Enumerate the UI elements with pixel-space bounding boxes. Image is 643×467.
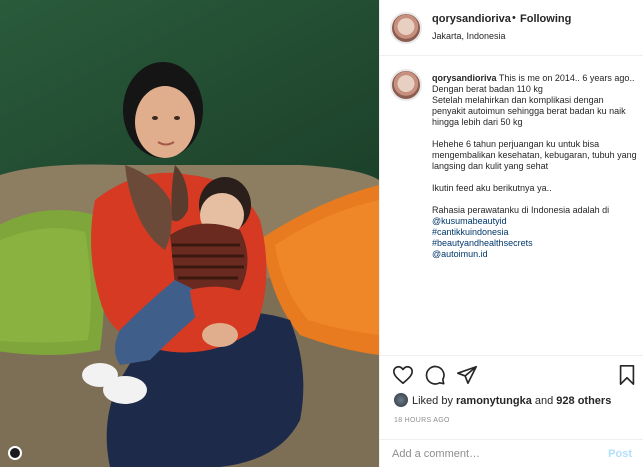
- comment-input[interactable]: [392, 448, 582, 460]
- post-photo[interactable]: [0, 0, 379, 467]
- post-location[interactable]: Jakarta, Indonesia: [432, 31, 506, 41]
- caption-avatar[interactable]: [390, 69, 422, 101]
- post-header: qorysandioriva • Following Jakarta, Indo…: [380, 0, 643, 56]
- author-avatar[interactable]: [390, 12, 422, 44]
- comment-icon[interactable]: [424, 364, 446, 386]
- caption-paragraph-journey: Hehehe 6 tahun perjuangan ku untuk bisa …: [432, 139, 637, 171]
- following-button[interactable]: Following: [520, 13, 571, 25]
- mention-kusumabeautyid[interactable]: @kusumabeautyid: [432, 216, 507, 226]
- caption-line-weight: Dengan berat badan 110 kg: [432, 84, 543, 94]
- heart-icon[interactable]: [392, 364, 414, 386]
- caption-paragraph-follow: Ikutin feed aku berikutnya ya..: [432, 183, 552, 193]
- hashtag-beautyandhealthsecrets[interactable]: #beautyandhealthsecrets: [432, 238, 638, 249]
- post-photo-illustration: [0, 0, 379, 467]
- comment-bar: Post: [380, 439, 643, 467]
- liker-avatar[interactable]: [394, 393, 408, 407]
- bookmark-icon[interactable]: [616, 364, 638, 386]
- post-caption: qorysandioriva This is me on 2014.. 6 ye…: [380, 57, 643, 354]
- author-username[interactable]: qorysandioriva: [432, 13, 511, 25]
- likes-summary: Liked by ramonytungka and 928 others: [394, 393, 611, 407]
- caption-line-history: Setelah melahirkan dan komplikasi dengan…: [432, 95, 626, 127]
- caption-text: qorysandioriva This is me on 2014.. 6 ye…: [432, 73, 638, 260]
- mention-autoimun[interactable]: @autoimun.id: [432, 249, 638, 260]
- likes-prefix: Liked by: [412, 395, 457, 407]
- separator-dot: •: [512, 12, 516, 24]
- post-comment-button[interactable]: Post: [608, 448, 632, 460]
- hashtag-cantikkuindonesia[interactable]: #cantikkuindonesia: [432, 227, 638, 238]
- caption-username[interactable]: qorysandioriva: [432, 73, 497, 83]
- action-bar: [380, 355, 643, 393]
- photo-tag-indicator[interactable]: [8, 446, 22, 460]
- likes-others-link[interactable]: 928 others: [556, 395, 611, 407]
- likes-middle: and: [531, 395, 557, 407]
- caption-paragraph-secret: Rahasia perawatanku di Indonesia adalah …: [432, 205, 610, 215]
- post-timestamp[interactable]: 18 HOURS AGO: [394, 417, 450, 424]
- liker-username[interactable]: ramonytungka: [456, 395, 532, 407]
- share-icon[interactable]: [456, 364, 478, 386]
- post-side-panel: qorysandioriva • Following Jakarta, Indo…: [379, 0, 643, 467]
- caption-intro: This is me on 2014.. 6 years ago..: [496, 73, 635, 83]
